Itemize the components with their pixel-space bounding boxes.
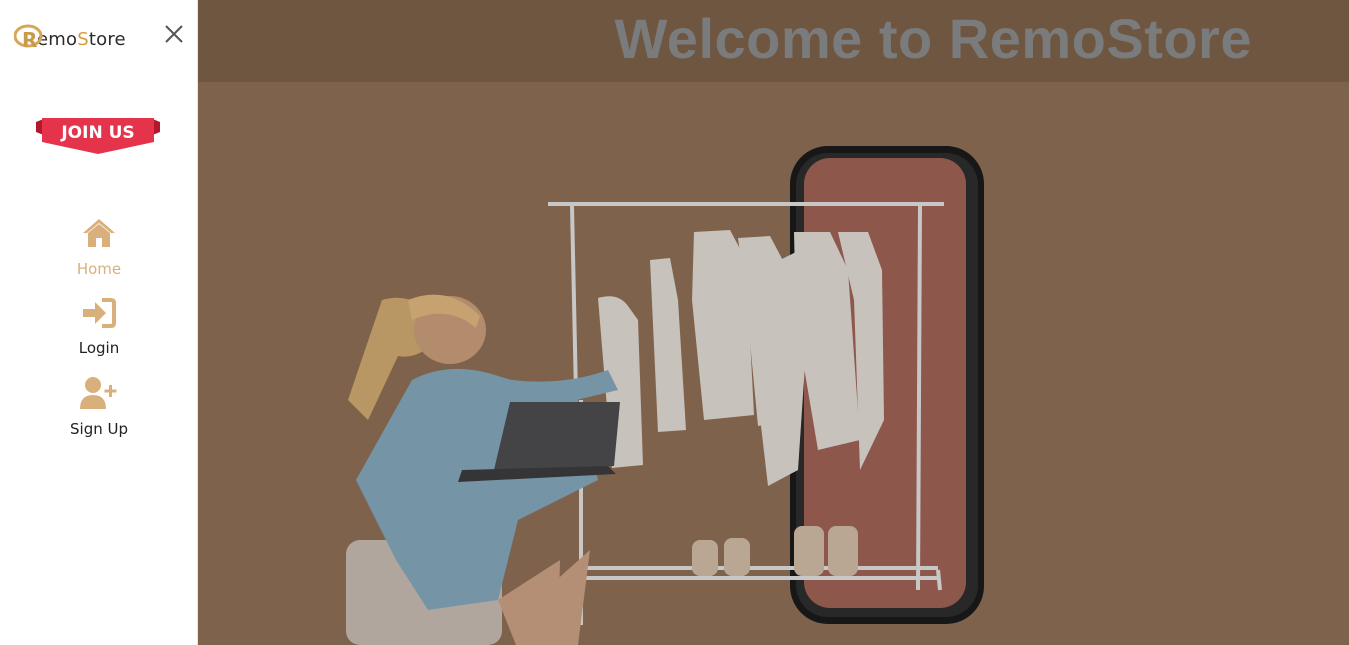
sidebar-item-label: Login bbox=[78, 339, 120, 357]
sidebar-item-home[interactable]: Home bbox=[0, 216, 198, 278]
brand-name: emoStore bbox=[37, 29, 126, 50]
page-title: Welcome to RemoStore bbox=[614, 7, 1252, 70]
sidebar-item-login[interactable]: Login bbox=[0, 297, 198, 357]
brand-logo[interactable]: R emoStore bbox=[13, 16, 126, 52]
logo-mark-icon: R bbox=[13, 24, 44, 52]
sidebar-item-label: Sign Up bbox=[70, 420, 128, 438]
user-plus-icon bbox=[0, 376, 198, 414]
main-content: Welcome to RemoStore bbox=[198, 0, 1349, 645]
logo-letter: R bbox=[22, 28, 37, 50]
login-icon bbox=[0, 297, 198, 333]
hero-image bbox=[198, 82, 1349, 645]
sidebar-item-sign-up[interactable]: Sign Up bbox=[0, 376, 198, 438]
close-icon[interactable] bbox=[160, 22, 188, 50]
home-icon bbox=[0, 216, 198, 254]
join-us-badge[interactable]: JOIN US bbox=[36, 112, 160, 158]
sidebar-item-label: Home bbox=[76, 260, 122, 278]
join-us-label: JOIN US bbox=[60, 123, 134, 143]
sidebar: R emoStore JOIN US Home Login Sign Up bbox=[0, 0, 198, 645]
